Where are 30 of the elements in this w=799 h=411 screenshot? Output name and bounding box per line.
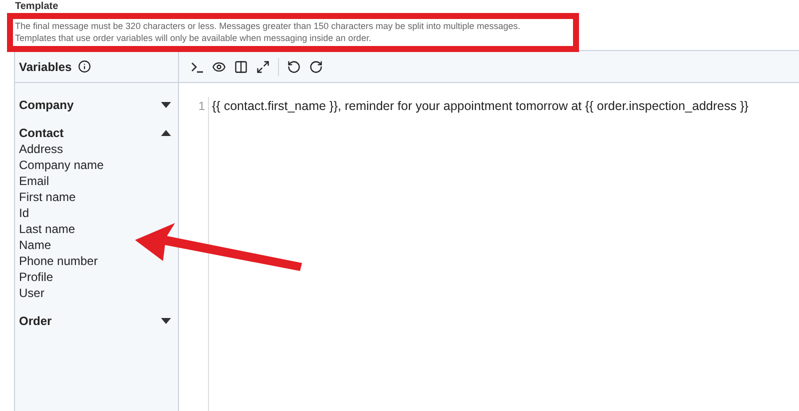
fullscreen-icon[interactable] bbox=[256, 60, 270, 74]
info-icon[interactable] bbox=[78, 60, 91, 73]
split-view-icon[interactable] bbox=[234, 60, 248, 74]
help-text: The final message must be 320 characters or less. Messages greater than 150 characters may be split into multiple messages. bbox=[15, 20, 520, 32]
caret-down-icon bbox=[161, 102, 171, 108]
variable-item[interactable]: Last name bbox=[19, 221, 76, 237]
variable-item[interactable]: Profile bbox=[19, 269, 54, 285]
group-header[interactable]: Contact bbox=[19, 125, 171, 141]
line-number: 1 bbox=[197, 98, 205, 115]
group-header[interactable]: Order bbox=[19, 313, 171, 329]
arrow-icon bbox=[135, 223, 303, 271]
variable-item[interactable]: User bbox=[19, 285, 44, 301]
variable-item[interactable]: Company name bbox=[19, 157, 104, 173]
caret-down-icon bbox=[161, 318, 171, 324]
variable-item[interactable]: First name bbox=[19, 189, 76, 205]
group-header[interactable]: Company bbox=[19, 97, 171, 113]
help-text: Templates that use order variables will only be available when messaging inside an order. bbox=[15, 32, 372, 44]
code-line: {{ contact.first_name }}, reminder for your appointment tomorrow at {{ order.inspection_address }} bbox=[212, 98, 748, 115]
variable-item[interactable]: Name bbox=[19, 237, 52, 253]
panel-title: Variables bbox=[19, 58, 72, 76]
variable-item[interactable]: Email bbox=[19, 173, 50, 189]
eye-icon[interactable] bbox=[212, 60, 226, 74]
terminal-icon[interactable] bbox=[191, 60, 204, 72]
variable-item[interactable]: Id bbox=[19, 205, 30, 221]
redo-icon[interactable] bbox=[309, 60, 323, 74]
section-title: Template bbox=[15, 1, 60, 12]
variable-item[interactable]: Address bbox=[19, 141, 64, 157]
variable-item[interactable]: Phone number bbox=[19, 253, 98, 269]
undo-icon[interactable] bbox=[287, 60, 301, 74]
caret-up-icon bbox=[161, 130, 171, 136]
